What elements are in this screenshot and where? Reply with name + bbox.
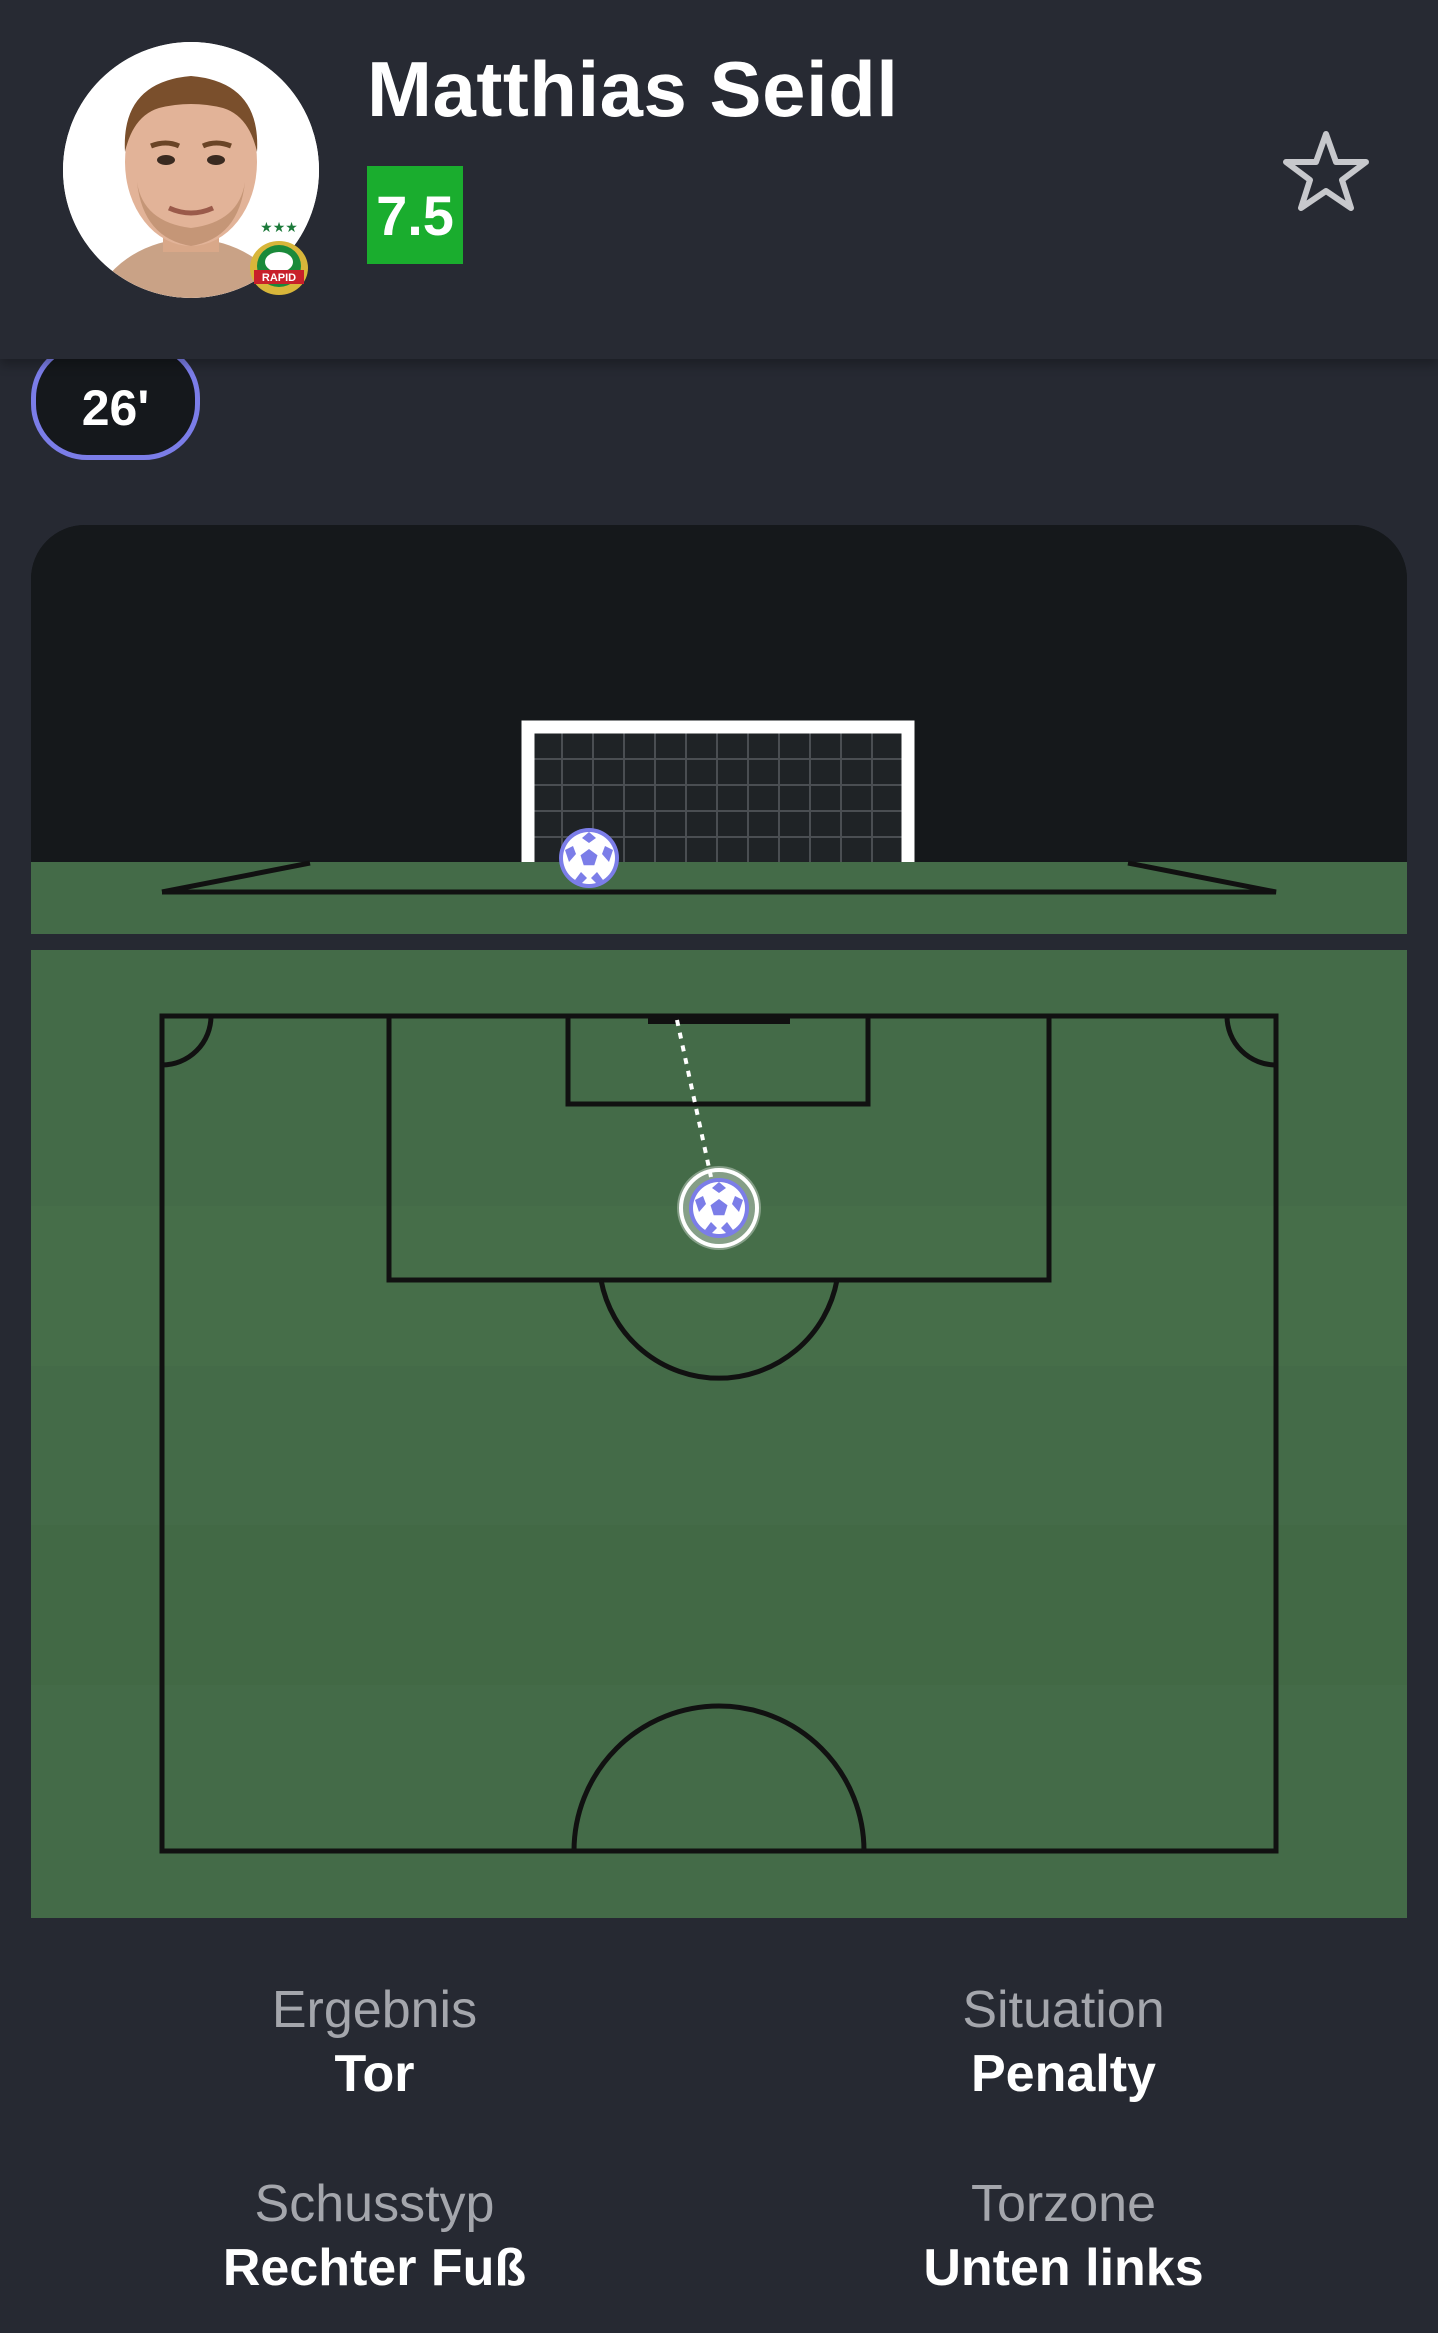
stat-goal-zone-value: Unten links xyxy=(923,2239,1204,2297)
shot-location-ball-icon[interactable] xyxy=(689,1178,749,1238)
stat-situation-label: Situation xyxy=(962,1981,1165,2039)
goal-ball-icon xyxy=(559,828,619,888)
stat-result: Ergebnis Tor xyxy=(15,1980,734,2104)
stat-result-value: Tor xyxy=(334,2045,415,2103)
stat-shot-type: Schusstyp Rechter Fuß xyxy=(15,2174,734,2298)
player-name: Matthias Seidl xyxy=(367,45,899,133)
stat-shot-type-label: Schusstyp xyxy=(254,2175,495,2233)
svg-text:★★★: ★★★ xyxy=(260,220,298,236)
stat-situation: Situation Penalty xyxy=(704,1980,1423,2104)
pitch xyxy=(31,950,1407,1918)
goal-view-grass xyxy=(31,862,1407,934)
stat-goal-zone: Torzone Unten links xyxy=(704,2174,1423,2298)
stat-result-label: Ergebnis xyxy=(271,1981,478,2039)
stat-situation-value: Penalty xyxy=(971,2045,1156,2103)
player-header: ★★★ RAPID Matthias Seidl 7.5 xyxy=(0,0,1438,359)
club-badge-text: RAPID xyxy=(262,272,296,284)
stat-goal-zone-label: Torzone xyxy=(971,2175,1156,2233)
stat-shot-type-value: Rechter Fuß xyxy=(222,2239,527,2297)
club-badge-icon: ★★★ RAPID xyxy=(246,218,312,298)
shot-minute-pill[interactable]: 26' xyxy=(31,342,200,460)
favorite-star-icon[interactable] xyxy=(1282,128,1370,214)
player-rating-badge: 7.5 xyxy=(367,166,463,264)
shot-map xyxy=(31,525,1407,1918)
